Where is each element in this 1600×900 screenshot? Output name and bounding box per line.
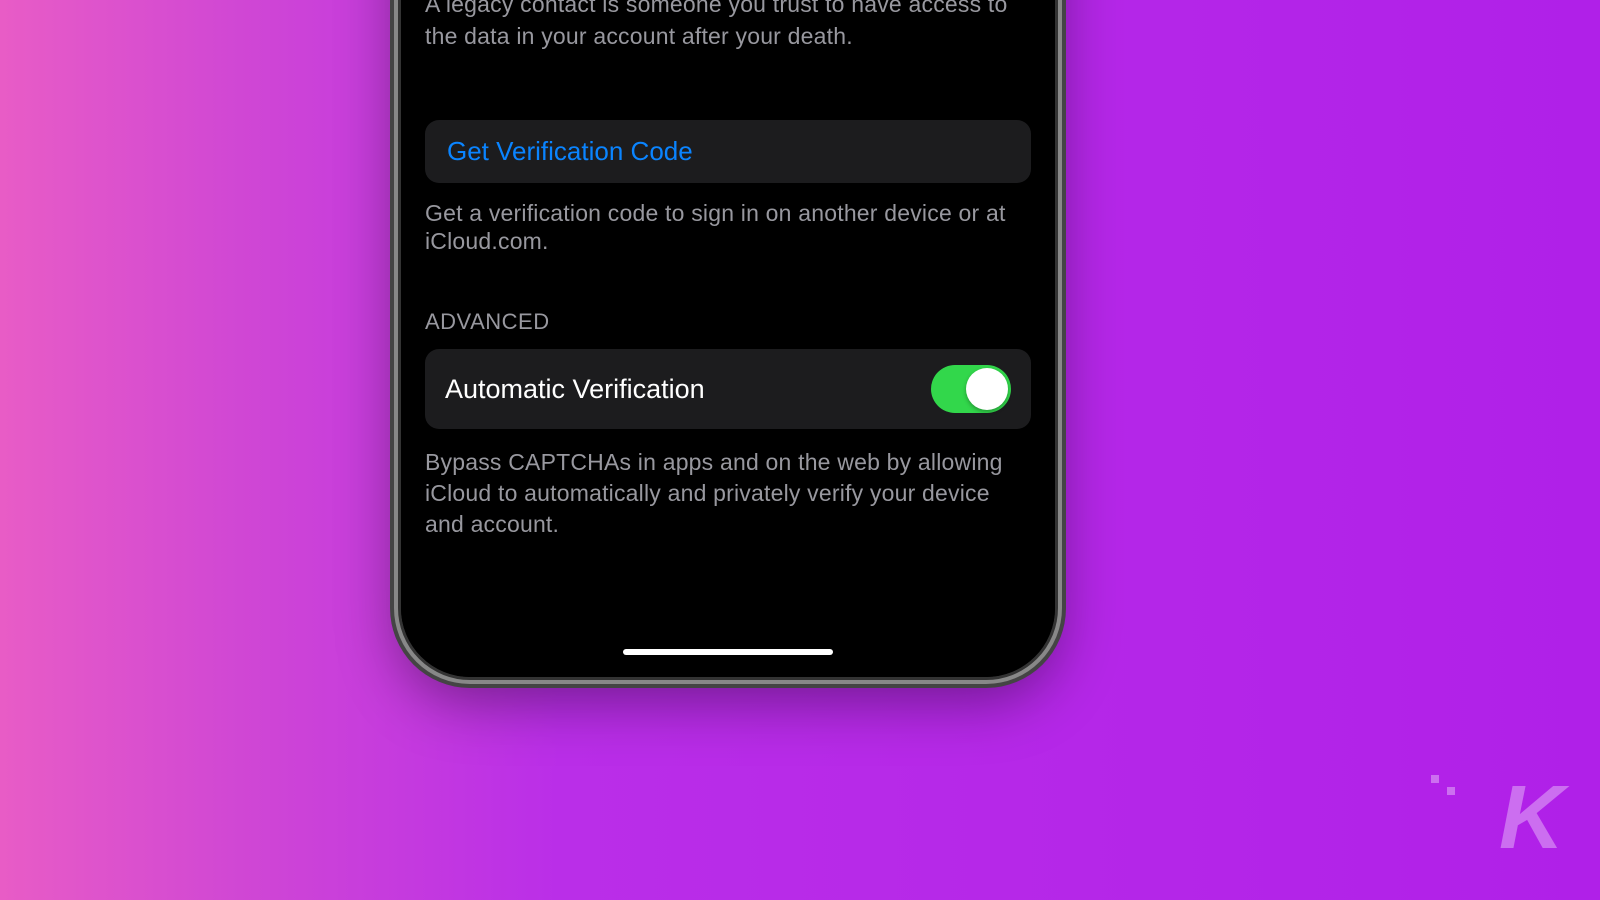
automatic-verification-footer: Bypass CAPTCHAs in apps and on the web b… [425,429,1031,540]
watermark-dots-icon [1431,775,1455,795]
home-indicator[interactable] [623,649,833,655]
get-verification-code-label: Get Verification Code [447,136,693,166]
automatic-verification-toggle[interactable] [931,365,1011,413]
verification-code-footer: Get a verification code to sign in on an… [425,183,1031,255]
watermark-logo: K [1499,767,1560,870]
automatic-verification-cell[interactable]: Automatic Verification [425,349,1031,429]
phone-frame: A legacy contact is someone you trust to… [398,0,1058,680]
legacy-contact-description: A legacy contact is someone you trust to… [425,0,1031,52]
advanced-section-header: ADVANCED [425,309,1031,335]
toggle-knob [966,368,1008,410]
automatic-verification-label: Automatic Verification [445,374,705,405]
settings-screen: A legacy contact is someone you trust to… [401,0,1055,677]
get-verification-code-cell[interactable]: Get Verification Code [425,120,1031,183]
